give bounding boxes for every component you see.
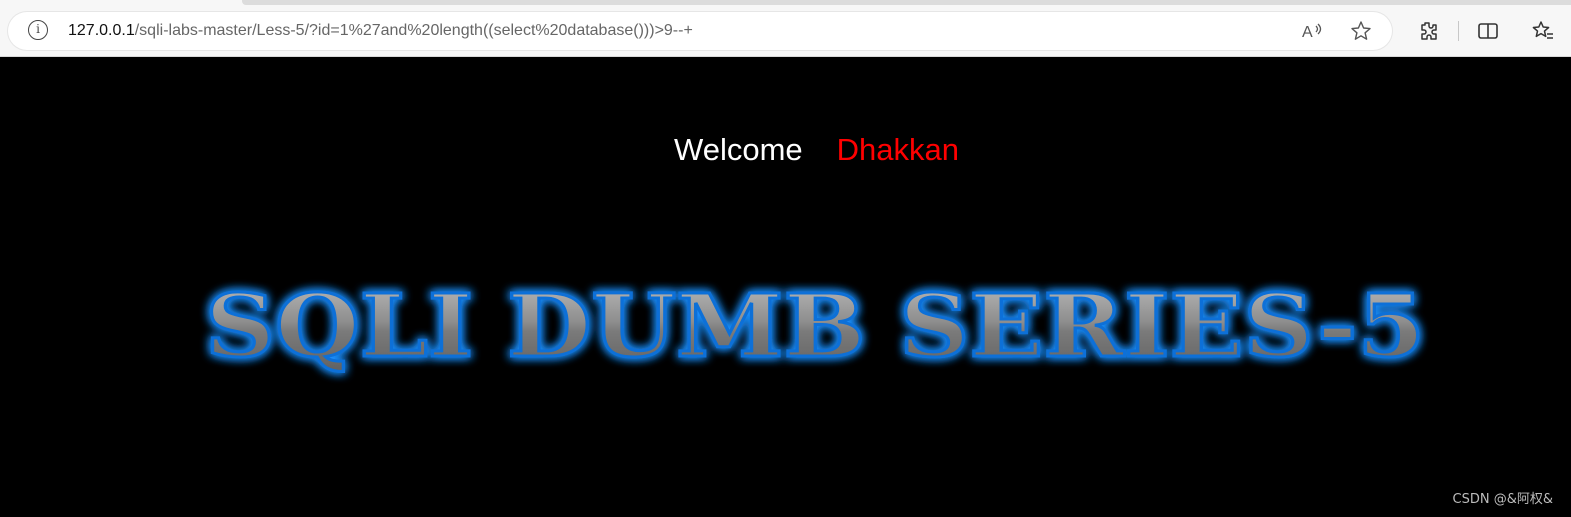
toolbar-divider xyxy=(1458,21,1459,41)
user-name: Dhakkan xyxy=(836,132,959,167)
address-bar[interactable]: i 127.0.0.1/sqli-labs-master/Less-5/?id=… xyxy=(8,12,1392,50)
read-aloud-icon[interactable]: A xyxy=(1301,20,1323,42)
favorites-icon[interactable] xyxy=(1531,19,1555,43)
favorite-star-icon[interactable] xyxy=(1350,20,1372,42)
watermark: CSDN @&阿权& xyxy=(1452,492,1553,507)
extensions-icon[interactable] xyxy=(1416,19,1440,43)
welcome-message: Welcome Dhakkan xyxy=(674,130,959,170)
split-screen-icon[interactable] xyxy=(1476,19,1500,43)
url-text[interactable]: 127.0.0.1/sqli-labs-master/Less-5/?id=1%… xyxy=(68,21,693,41)
series-banner: SQLI DUMB SERIES-5 xyxy=(204,275,1427,379)
svg-text:A: A xyxy=(1302,24,1313,41)
welcome-label: Welcome xyxy=(674,132,803,167)
tab-strip[interactable] xyxy=(242,0,1571,5)
banner-text: SQLI DUMB SERIES-5 xyxy=(205,276,1425,377)
info-icon[interactable]: i xyxy=(28,20,48,40)
url-host: 127.0.0.1 xyxy=(68,22,135,39)
url-path: /sqli-labs-master/Less-5/?id=1%27and%20l… xyxy=(134,22,693,39)
browser-toolbar: i 127.0.0.1/sqli-labs-master/Less-5/?id=… xyxy=(0,0,1571,57)
